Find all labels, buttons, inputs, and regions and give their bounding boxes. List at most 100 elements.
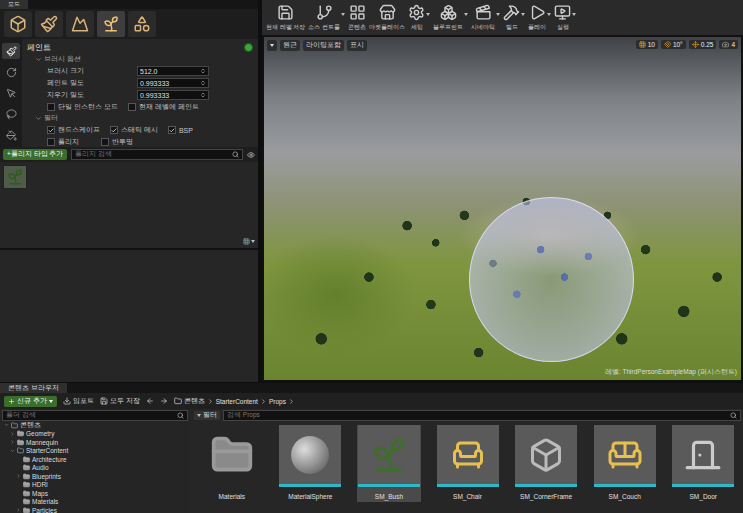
mode-button[interactable] [4, 11, 32, 37]
tool-column [0, 39, 22, 147]
checkbox-item[interactable]: BSP [168, 125, 212, 135]
back-button[interactable] [146, 397, 154, 405]
eye-icon[interactable] [247, 151, 255, 159]
foliage-search[interactable]: 폴리지 검색 [71, 149, 243, 160]
path-crumb[interactable]: Props [269, 398, 286, 405]
save-all-button[interactable]: 모두 저장 [100, 397, 140, 406]
snap-icon [692, 41, 699, 48]
details-title: 페인트 [27, 42, 51, 53]
checkbox-item[interactable]: 반투명 [101, 137, 145, 147]
toolbar-button[interactable]: 콘텐츠 [347, 4, 367, 32]
check-icon [48, 127, 54, 134]
checkbox[interactable] [47, 103, 55, 111]
number-field[interactable]: 512.0 [137, 66, 209, 76]
tree-item[interactable]: Blueprints [2, 472, 188, 481]
asset-tile[interactable]: SM_Couch [593, 425, 657, 502]
tree-item[interactable]: Architecture [2, 455, 188, 464]
collapse-icon [35, 115, 42, 122]
tree-item[interactable]: StarterContent [2, 447, 188, 456]
tree-item[interactable]: 콘텐츠 [2, 421, 188, 430]
tool-button[interactable] [2, 85, 20, 101]
toolbar-button[interactable]: 실행 [553, 4, 577, 32]
path-crumb[interactable]: 콘텐츠 [184, 397, 205, 406]
tree-item[interactable]: Mannequin [2, 438, 188, 447]
checkbox[interactable] [128, 103, 136, 111]
asset-tile[interactable]: MaterialSphere [279, 425, 343, 502]
import-button[interactable]: 임포트 [63, 397, 94, 406]
toolbar-button[interactable]: 세팅 [407, 4, 431, 32]
number-field[interactable]: 0.993333 [137, 78, 209, 88]
foliage-item[interactable] [3, 165, 27, 189]
asset-search[interactable]: 검색 Props [223, 410, 741, 421]
asset-tile[interactable]: SM_Bush [357, 425, 421, 502]
snap-button[interactable]: 10 [636, 40, 658, 49]
checkbox-item[interactable]: 랜드스케이프 [47, 125, 100, 135]
tree-item[interactable]: Geometry [2, 430, 188, 439]
couch-icon [607, 437, 643, 473]
mode-button[interactable] [128, 11, 156, 37]
filter-button[interactable]: 필터 [194, 411, 220, 420]
mode-button[interactable] [35, 11, 63, 37]
view-options[interactable] [3, 238, 255, 245]
snap-button[interactable]: 0.25 [689, 40, 717, 49]
tool-button[interactable] [2, 127, 20, 143]
viewport-menu-button[interactable] [267, 40, 277, 51]
tool-button[interactable] [2, 43, 20, 59]
add-new-button[interactable]: 신규 추가 [4, 396, 57, 407]
checkbox-item[interactable]: 스태틱 메시 [110, 125, 158, 135]
folder-icon [23, 498, 30, 505]
snap-button[interactable]: 4 [719, 40, 738, 49]
section-header[interactable]: 브러시 옵션 [27, 55, 253, 64]
toolbar-button[interactable]: 소스 컨트롤 [307, 4, 346, 32]
tree-item[interactable]: HDRI [2, 481, 188, 490]
modes-tab[interactable]: 모드 [0, 0, 28, 9]
toolbar-button[interactable]: 시네마틱 [470, 4, 501, 32]
toolbar-icon [554, 4, 571, 21]
toolbar-button[interactable]: 마켓플레이스 [368, 4, 406, 32]
folder-open-icon [17, 447, 24, 454]
checkbox[interactable] [47, 138, 55, 146]
checkbox[interactable] [47, 126, 55, 134]
mode-button[interactable] [97, 11, 125, 37]
checkbox-item[interactable]: 현재 레벨에 페인트 [128, 102, 199, 112]
tree-item[interactable]: Particles [2, 506, 188, 513]
toolbar-button[interactable]: 현재 레벨 저장 [265, 4, 306, 32]
asset-tile[interactable]: SM_CornerFrame [514, 425, 578, 502]
number-field[interactable]: 0.993333 [137, 90, 209, 100]
landscape-mode-icon [71, 15, 89, 33]
viewport-mode-button[interactable]: 표시 [347, 40, 367, 51]
checkbox[interactable] [168, 126, 176, 134]
add-foliage-button[interactable]: +폴리지 타입 추가 [3, 149, 67, 160]
checkbox-item[interactable]: 단일 인스턴스 모드 [47, 102, 118, 112]
mode-button[interactable] [66, 11, 94, 37]
search-icon [232, 151, 239, 158]
tool-button[interactable] [2, 64, 20, 80]
folder-search[interactable]: 폴더 검색 [2, 410, 188, 421]
toolbar-button[interactable]: 빌드 [502, 4, 526, 32]
toolbar-icon [316, 4, 333, 21]
viewport-mode-button[interactable]: 라이팅포함 [303, 40, 344, 51]
toolbar-button[interactable]: 플레이 [527, 4, 552, 32]
asset-name: SM_Door [690, 493, 717, 500]
tree-item[interactable]: Materials [2, 498, 188, 507]
folder-icon [23, 490, 30, 497]
content-browser-tab[interactable]: 콘텐츠 브라우저 [0, 383, 67, 393]
checkbox[interactable] [101, 138, 109, 146]
asset-tile[interactable]: Materials [200, 425, 264, 502]
tool-button[interactable] [2, 106, 20, 122]
viewport-mode-button[interactable]: 원근 [280, 40, 300, 51]
toolbar-icon [440, 4, 457, 21]
checkbox[interactable] [110, 126, 118, 134]
snap-button[interactable]: 10° [661, 40, 686, 49]
section-header[interactable]: 필터 [27, 114, 253, 123]
path-crumb[interactable]: StarterContent [216, 398, 258, 405]
tree-item[interactable]: Maps [2, 489, 188, 498]
asset-tile[interactable]: SM_Door [671, 425, 735, 502]
level-viewport[interactable]: 원근라이팅포함표시1010°0.254레벨: ThirdPersonExampl… [262, 35, 743, 382]
asset-tile[interactable]: SM_Chair [436, 425, 500, 502]
dropdown-icon [572, 13, 576, 16]
checkbox-item[interactable]: 폴리지 [47, 137, 91, 147]
toolbar-button[interactable]: 블루프린트 [432, 4, 469, 32]
tree-item[interactable]: Audio [2, 464, 188, 473]
forward-button[interactable] [160, 397, 168, 405]
